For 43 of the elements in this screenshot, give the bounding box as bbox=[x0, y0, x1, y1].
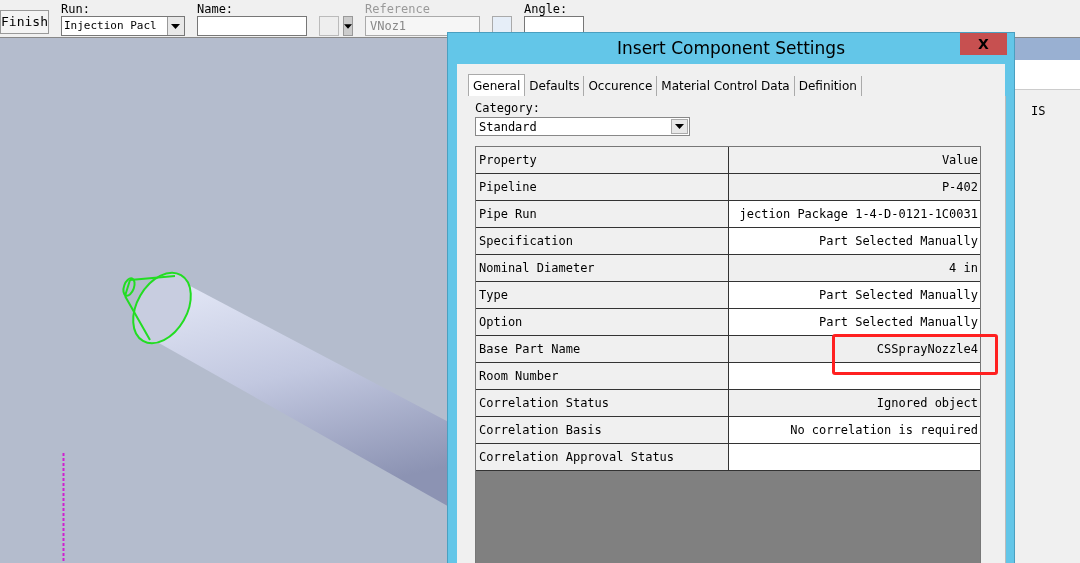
category-label: Category: bbox=[475, 100, 542, 117]
value-cell[interactable] bbox=[729, 444, 980, 470]
run-label: Run: bbox=[60, 2, 91, 16]
property-cell: Type bbox=[476, 282, 729, 308]
column-header: Property bbox=[476, 147, 729, 173]
value-cell[interactable] bbox=[729, 363, 980, 389]
property-cell: Correlation Approval Status bbox=[476, 444, 729, 470]
run-dropdown[interactable]: Injection Pacl bbox=[60, 16, 185, 36]
value-cell[interactable]: CSSprayNozzle4 bbox=[729, 336, 980, 362]
property-cell: Base Part Name bbox=[476, 336, 729, 362]
caret-icon bbox=[675, 124, 684, 129]
value-cell[interactable]: jection Package 1-4-D-0121-1C0031 bbox=[729, 201, 980, 227]
finish-button[interactable]: Finish bbox=[0, 10, 49, 34]
name-label: Name: bbox=[196, 2, 235, 16]
name-field[interactable] bbox=[196, 16, 307, 36]
caret-icon bbox=[343, 23, 352, 29]
angle-label: Angle: bbox=[523, 2, 569, 16]
panel-header-bar bbox=[1015, 38, 1080, 60]
tab[interactable]: General bbox=[468, 74, 526, 96]
value-cell[interactable]: P-402 bbox=[729, 174, 980, 200]
property-cell: Nominal Diameter bbox=[476, 255, 729, 281]
value-cell[interactable]: 4 in bbox=[729, 255, 980, 281]
caret-icon bbox=[171, 23, 181, 29]
dialog-title: Insert Component Settings bbox=[616, 36, 846, 60]
panel-input-field[interactable] bbox=[1015, 60, 1080, 90]
side-panel-text: IS bbox=[1030, 103, 1047, 120]
value-cell[interactable]: Ignored object bbox=[729, 390, 980, 416]
property-cell: Room Number bbox=[476, 363, 729, 389]
value-cell[interactable]: Part Selected Manually bbox=[729, 282, 980, 308]
property-cell: Option bbox=[476, 309, 729, 335]
reference-label: Reference bbox=[364, 2, 431, 16]
property-cell: Correlation Basis bbox=[476, 417, 729, 443]
property-cell: Pipeline bbox=[476, 174, 729, 200]
close-button[interactable]: X bbox=[960, 33, 1007, 55]
property-cell: Pipe Run bbox=[476, 201, 729, 227]
value-cell[interactable]: Part Selected Manually bbox=[729, 228, 980, 254]
value-cell[interactable]: Part Selected Manually bbox=[729, 309, 980, 335]
property-cell: Correlation Status bbox=[476, 390, 729, 416]
property-cell: Specification bbox=[476, 228, 729, 254]
category-dropdown[interactable]: Standard bbox=[475, 117, 690, 136]
value-cell[interactable]: No correlation is required bbox=[729, 417, 980, 443]
column-header: Value bbox=[940, 152, 979, 169]
dropdown-button[interactable] bbox=[342, 16, 353, 36]
